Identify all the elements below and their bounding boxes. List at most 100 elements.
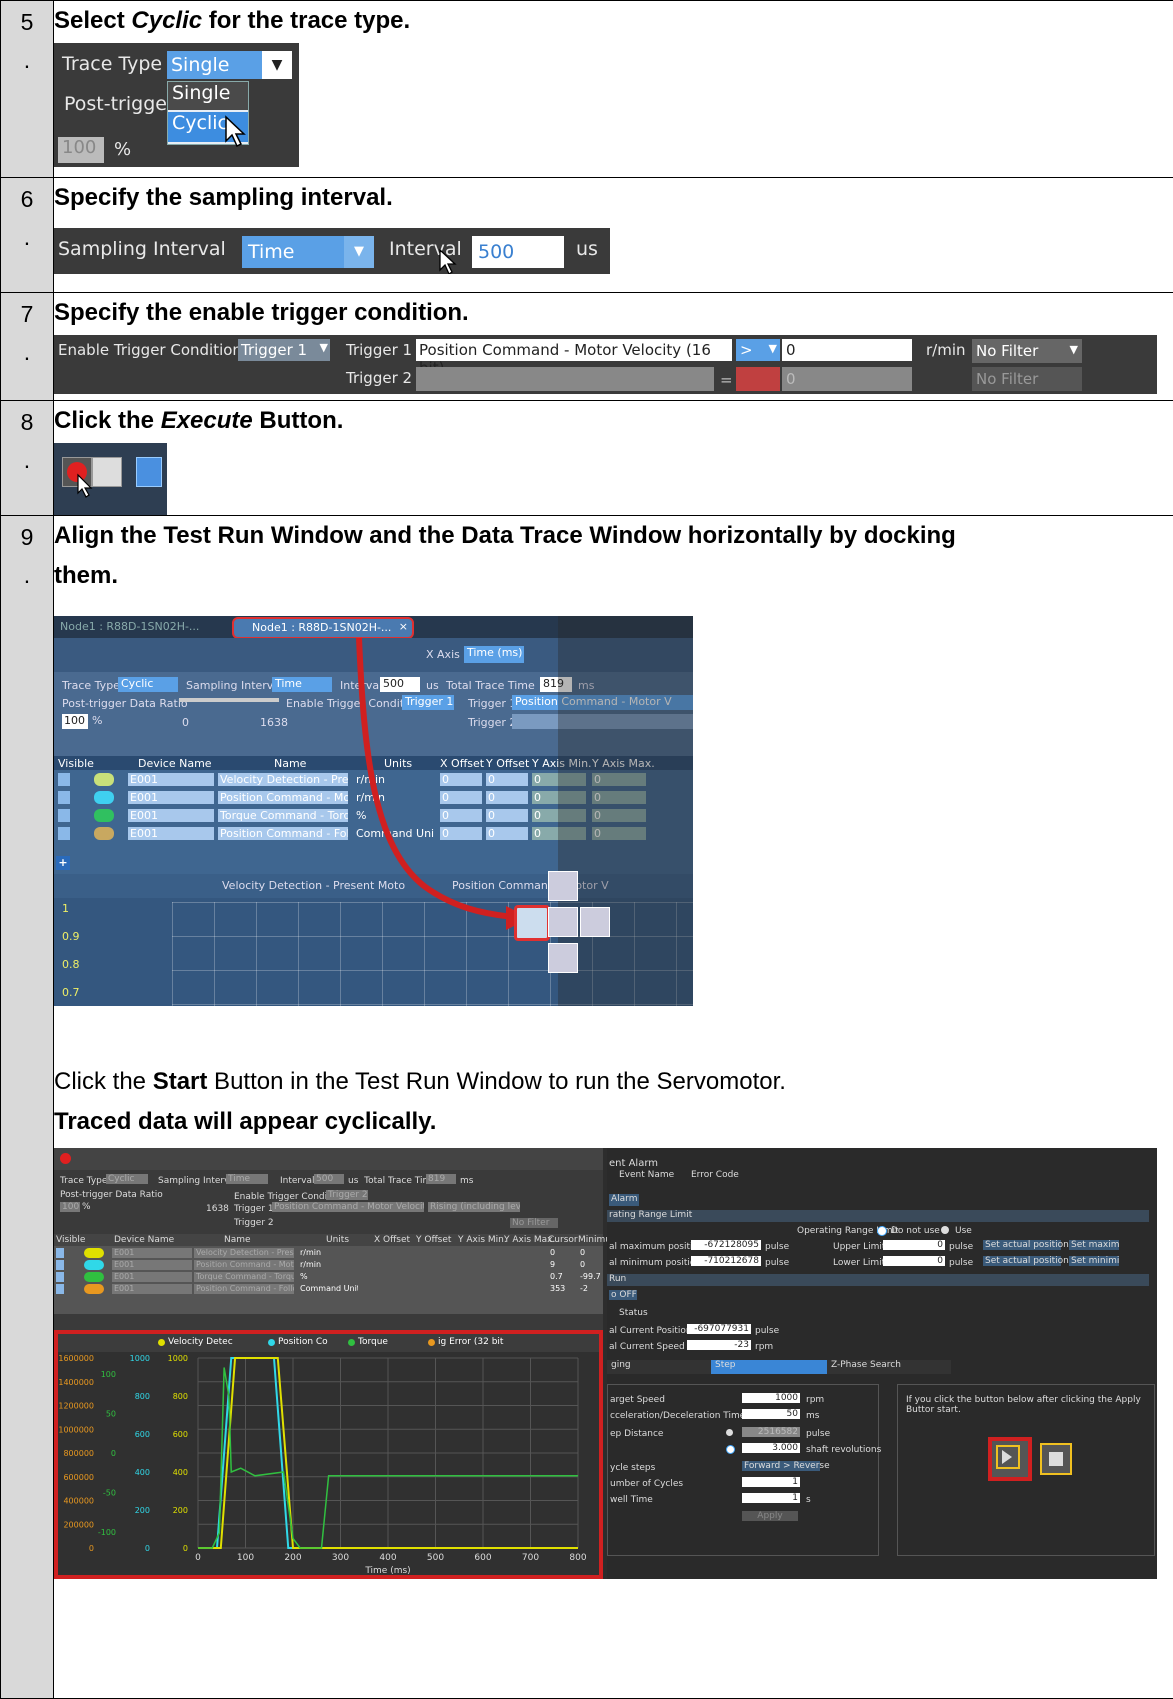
lower-limit-input[interactable]: 0 (883, 1256, 945, 1266)
step-distance-pulse-input[interactable]: 2516582 (742, 1427, 800, 1437)
dock-top-target[interactable] (548, 871, 578, 901)
legend-item[interactable]: ig Error (32 bit (438, 1337, 503, 1347)
radio-pulse[interactable] (726, 1429, 733, 1436)
step-distance-shaft-input[interactable]: 3.000 (742, 1443, 800, 1453)
visible-checkbox[interactable] (56, 1272, 64, 1282)
op-use-label: Use (955, 1226, 972, 1236)
step-number: 6 (1, 178, 53, 220)
accel-time-input[interactable]: 50 (742, 1409, 800, 1419)
set-max-button[interactable]: Set maxim (1069, 1240, 1119, 1250)
stop-button[interactable] (92, 457, 122, 487)
color-swatch[interactable] (84, 1248, 104, 1258)
y-tick-label: -100 (98, 1528, 116, 1537)
percent-input[interactable]: 100 (58, 137, 104, 163)
trigger1-field[interactable]: Position Command - Motor Velocity (16 bi… (272, 1202, 424, 1212)
interval-input[interactable]: 500 (314, 1174, 344, 1184)
servo-off-button[interactable]: o OFF (609, 1290, 637, 1300)
operator-select[interactable]: > ▼ (736, 339, 780, 361)
trigger1-mode-select[interactable]: Rising (including level) (428, 1202, 520, 1212)
cycle-steps-select[interactable]: Forward > Reverse (742, 1461, 820, 1471)
visible-checkbox[interactable] (56, 1284, 64, 1294)
legend-item[interactable]: Torque (358, 1337, 388, 1347)
start-button[interactable] (988, 1437, 1032, 1481)
event-alarm-title: ent Alarm (609, 1158, 658, 1169)
chevron-down-icon: ▼ (1070, 343, 1078, 356)
trigger-value-input[interactable]: 0 (782, 339, 912, 361)
cell-cursor: 9 (548, 1260, 574, 1270)
target-speed-input[interactable]: 1000 (742, 1393, 800, 1403)
trigger-select[interactable]: Trigger 1 ▼ (238, 339, 330, 361)
tab-step[interactable]: Step (711, 1360, 827, 1374)
step-instruction: Align the Test Run Window and the Data T… (54, 516, 1173, 556)
trace-type-select[interactable]: Single ▼ (167, 51, 292, 79)
y-tick-label: 400 (135, 1468, 150, 1477)
color-swatch[interactable] (84, 1272, 104, 1282)
step-row-8: 8 . Click the Execute Button. (1, 401, 1173, 516)
x-tick-label: 500 (427, 1553, 444, 1563)
radio-use[interactable] (941, 1226, 949, 1234)
trace-type-select[interactable]: Cyclic (106, 1174, 148, 1184)
interval-input[interactable]: 500 (472, 236, 564, 268)
upper-limit-input[interactable]: 0 (883, 1240, 945, 1250)
accel-time-label: cceleration/Deceleration Time (610, 1411, 745, 1421)
set-actual-upper-button[interactable]: Set actual position (983, 1240, 1061, 1250)
x-tick-label: 400 (379, 1553, 396, 1563)
set-min-button[interactable]: Set minimi (1069, 1256, 1119, 1266)
color-swatch[interactable] (84, 1260, 104, 1270)
step-number-dot: . (1, 443, 53, 485)
table-row[interactable]: E001Position Command - Motor Vr/min90 (54, 1260, 603, 1271)
stop-button[interactable] (1040, 1443, 1072, 1475)
filter2-select[interactable]: No Filter (972, 367, 1082, 391)
y-tick-label: 1000 (168, 1354, 188, 1363)
test-run-trace-screenshot: Trace Type Cyclic Sampling Interval Time… (54, 1148, 1157, 1579)
filter-select[interactable]: No Filter (510, 1218, 558, 1228)
play-icon (1002, 1450, 1012, 1464)
dropdown-option-single[interactable]: Single (168, 82, 248, 110)
step-content: Click the Execute Button. (54, 401, 1173, 516)
ratio-input[interactable]: 100 (60, 1202, 80, 1212)
sampling-mode-select[interactable]: Time (226, 1174, 268, 1184)
legend-item[interactable]: Position Co (278, 1337, 328, 1347)
step-row-7: 7 . Specify the enable trigger condition… (1, 293, 1173, 401)
current-position-label: al Current Position (609, 1326, 692, 1336)
y-tick-label: 200 (173, 1506, 188, 1515)
dock-left-target[interactable] (514, 905, 550, 941)
trigger2-label: Trigger 2 (234, 1218, 274, 1228)
number-of-cycles-input[interactable]: 1 (742, 1477, 800, 1487)
filter-select[interactable]: No Filter ▼ (972, 339, 1082, 363)
tab-z-phase-search[interactable]: Z-Phase Search (827, 1360, 951, 1374)
start-hint: If you click the button below after clic… (906, 1395, 1146, 1415)
dock-right-target[interactable] (580, 907, 610, 937)
record-icon[interactable] (60, 1153, 71, 1164)
chevron-down-icon: ▼ (262, 51, 292, 79)
y-tick-label: 1600000 (58, 1354, 94, 1363)
total-trace-time-input[interactable]: 819 (426, 1174, 456, 1184)
operator2-select[interactable] (736, 367, 780, 391)
trigger2-field[interactable] (416, 367, 714, 391)
radio-do-not-use[interactable] (877, 1226, 887, 1236)
set-actual-lower-button[interactable]: Set actual position (983, 1256, 1061, 1266)
table-row[interactable]: E001Torque Command - Torque%0.7-99.7 (54, 1272, 603, 1283)
legend-item[interactable]: Velocity Detec (168, 1337, 233, 1347)
trace-settings-button[interactable] (136, 457, 162, 487)
trigger2-value-input[interactable]: 0 (782, 367, 912, 391)
dock-bottom-target[interactable] (548, 943, 578, 973)
trigger1-field[interactable]: Position Command - Motor Velocity (16 bi… (416, 339, 732, 361)
color-swatch[interactable] (84, 1284, 104, 1294)
mouse-cursor-icon (438, 248, 460, 274)
radio-shaft[interactable] (726, 1445, 735, 1454)
sampling-mode-select[interactable]: Time ▼ (242, 236, 374, 268)
step-number-cell: 8 . (1, 401, 54, 516)
trace-type-label: Trace Type (60, 1176, 107, 1186)
tab-jogging[interactable]: ging (607, 1360, 711, 1374)
apply-button[interactable]: Apply (742, 1511, 798, 1521)
enable-trigger-select[interactable]: Trigger 2 (326, 1190, 368, 1200)
table-row[interactable]: E001Velocity Detection - Presentr/min00 (54, 1248, 603, 1259)
visible-checkbox[interactable] (56, 1248, 64, 1258)
visible-checkbox[interactable] (56, 1260, 64, 1270)
dock-center-target[interactable] (548, 907, 578, 937)
chevron-down-icon: ▼ (320, 341, 328, 354)
table-row[interactable]: E001Position Command - FollowiCommand Un… (54, 1284, 603, 1295)
dwell-time-input[interactable]: 1 (742, 1493, 800, 1503)
alarm-button[interactable]: Alarm (609, 1194, 639, 1206)
